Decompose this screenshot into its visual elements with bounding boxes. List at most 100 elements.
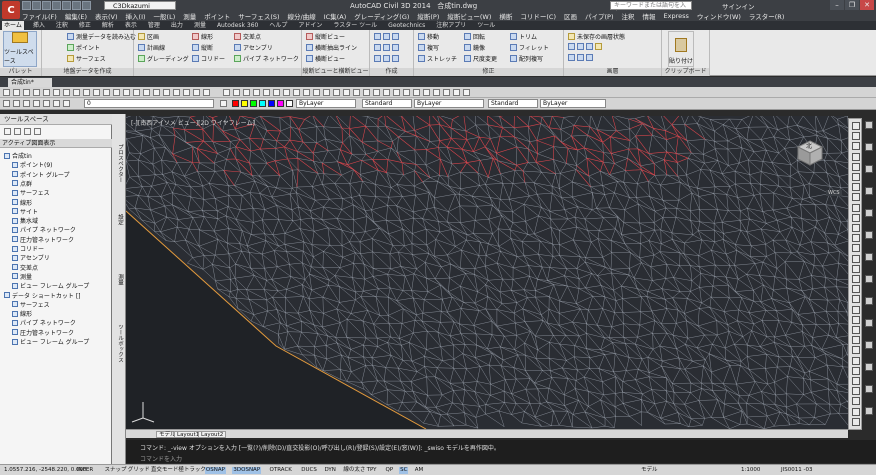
right-tool-icon[interactable] [852,264,860,273]
toolbar-icon[interactable] [253,89,260,96]
tree-node[interactable]: データ ショートカット [] [4,291,81,300]
right-tool-icon[interactable] [852,285,860,294]
layer-tools-2[interactable] [568,54,593,61]
color-magenta[interactable] [277,100,284,107]
toolbar-icon[interactable] [433,89,440,96]
tree-node[interactable]: ポイント(9) [12,160,53,169]
right-tool-icon[interactable] [865,209,873,217]
menu-item[interactable]: 編集(E) [65,11,87,21]
ribbon-tab[interactable]: ラスター ツール [331,21,379,30]
toolbar-icon[interactable] [133,89,140,96]
close-button[interactable]: ✕ [860,0,874,10]
color-red[interactable] [232,100,239,107]
toolbar-icon[interactable] [233,89,240,96]
menu-item[interactable]: 挿入(I) [126,11,146,21]
mirror-button[interactable]: 鏡像 [464,43,485,52]
menu-item[interactable]: 注釈 [622,11,635,21]
tree-node[interactable]: パイプ ネットワーク [12,318,76,327]
paste-button[interactable]: 貼り付け [668,31,694,67]
ribbon-tab[interactable]: アドイン [296,21,324,30]
layer-color-icon[interactable] [43,100,50,107]
right-tool-icon[interactable] [852,295,860,304]
toolbar-icon[interactable] [123,89,130,96]
toolbar-icon[interactable] [63,89,70,96]
menu-item[interactable]: 横断 [499,11,512,21]
right-tool-icon[interactable] [852,346,860,355]
toolbar-icon[interactable] [303,89,310,96]
right-tool-icon[interactable] [865,253,873,261]
palette-tool-icon[interactable] [4,128,11,135]
toolbar-icon[interactable] [93,89,100,96]
tree-node[interactable]: サーフェス [12,300,50,309]
status-toggle[interactable]: AM [414,467,425,474]
corridor-button[interactable]: コリドー [192,54,225,63]
tree-node[interactable]: ビュー フレーム グループ [12,337,89,346]
toolbar-icon[interactable] [363,89,370,96]
right-tool-icon[interactable] [865,165,873,173]
status-toggle[interactable]: 線の太さ [342,467,366,474]
tree-node[interactable]: 測量 [12,272,32,281]
ribbon-tab[interactable]: 注釈アプリ [434,21,468,30]
toolbar-icon[interactable] [323,89,330,96]
right-tool-icon[interactable] [865,363,873,371]
undo-icon[interactable] [72,1,81,10]
palette-side-tab[interactable]: 測量 [114,274,124,285]
toolbar-icon[interactable] [23,89,30,96]
tree-node[interactable]: 線形 [12,198,32,207]
status-toggle[interactable]: 3DOSNAP [232,467,262,474]
scale-button[interactable]: 尺度変更 [464,54,497,63]
ribbon-tab[interactable]: 測量 [192,21,208,30]
profile-button[interactable]: 縦断 [192,43,213,52]
tree-node[interactable]: 圧力管ネットワーク [12,328,74,337]
tree-node[interactable]: 交差点 [12,263,38,272]
right-tool-icon[interactable] [865,121,873,129]
lineweight-combo[interactable]: ByLayer [540,99,606,108]
toolbar-icon[interactable] [413,89,420,96]
right-tool-icon[interactable] [852,132,860,141]
right-tool-icon[interactable] [852,173,860,181]
right-tool-icon[interactable] [852,162,860,171]
toolbar-icon[interactable] [183,89,190,96]
ribbon-tab[interactable]: Autodesk 360 [215,21,260,30]
right-tool-icon[interactable] [865,385,873,393]
menu-item[interactable]: ウィンドウ(W) [697,11,741,21]
right-tool-icon[interactable] [852,183,860,192]
surfaces-button[interactable]: サーフェス [67,54,106,63]
plot-icon[interactable] [62,1,71,10]
document-tab[interactable]: 合成tin* [8,78,52,87]
menu-item[interactable]: 測量 [183,11,196,21]
grading-button[interactable]: グレーディング [138,54,189,63]
toolbar-icon[interactable] [3,89,10,96]
toolbar-icon[interactable] [343,89,350,96]
right-tool-icon[interactable] [852,213,860,222]
tab-layout2[interactable]: Layout2 [198,431,227,438]
help-search-input[interactable]: キーワードまたは語句を入力 [610,1,692,17]
status-toggle[interactable]: TPY [366,467,378,474]
toolbar-icon[interactable] [353,89,360,96]
toolbar-icon[interactable] [403,89,410,96]
menu-item[interactable]: 一般(L) [154,11,176,21]
status-toggle[interactable]: QP [385,467,395,474]
right-tool-icon[interactable] [852,366,860,375]
layer-state-dropdown[interactable]: 未保存の画層状態 [568,32,625,41]
menu-item[interactable]: ファイル(F) [22,11,57,21]
right-tool-icon[interactable] [852,234,860,243]
menu-item[interactable]: サーフェス(S) [238,11,279,21]
status-toggle[interactable]: 直交モード [150,467,180,474]
feature-line-button[interactable]: 計画線 [138,43,165,52]
ribbon-tab[interactable]: 出力 [169,21,185,30]
text-style-combo[interactable]: Standard [362,99,412,108]
menu-item[interactable]: 線分/曲線 [288,11,316,21]
toolbar-icon[interactable] [263,89,270,96]
alignment-button[interactable]: 線形 [192,32,213,41]
palette-side-tab[interactable]: ツールボックス [114,324,124,363]
right-tool-icon[interactable] [852,315,860,324]
open-icon[interactable] [32,1,41,10]
right-tool-icon[interactable] [865,275,873,283]
right-tool-icon[interactable] [865,297,873,305]
color-cyan[interactable] [259,100,266,107]
layer-match-icon[interactable] [63,100,70,107]
toolbar-icon[interactable] [143,89,150,96]
status-toggle[interactable]: OSNAP [204,467,226,474]
layer-state-icon[interactable] [53,100,60,107]
